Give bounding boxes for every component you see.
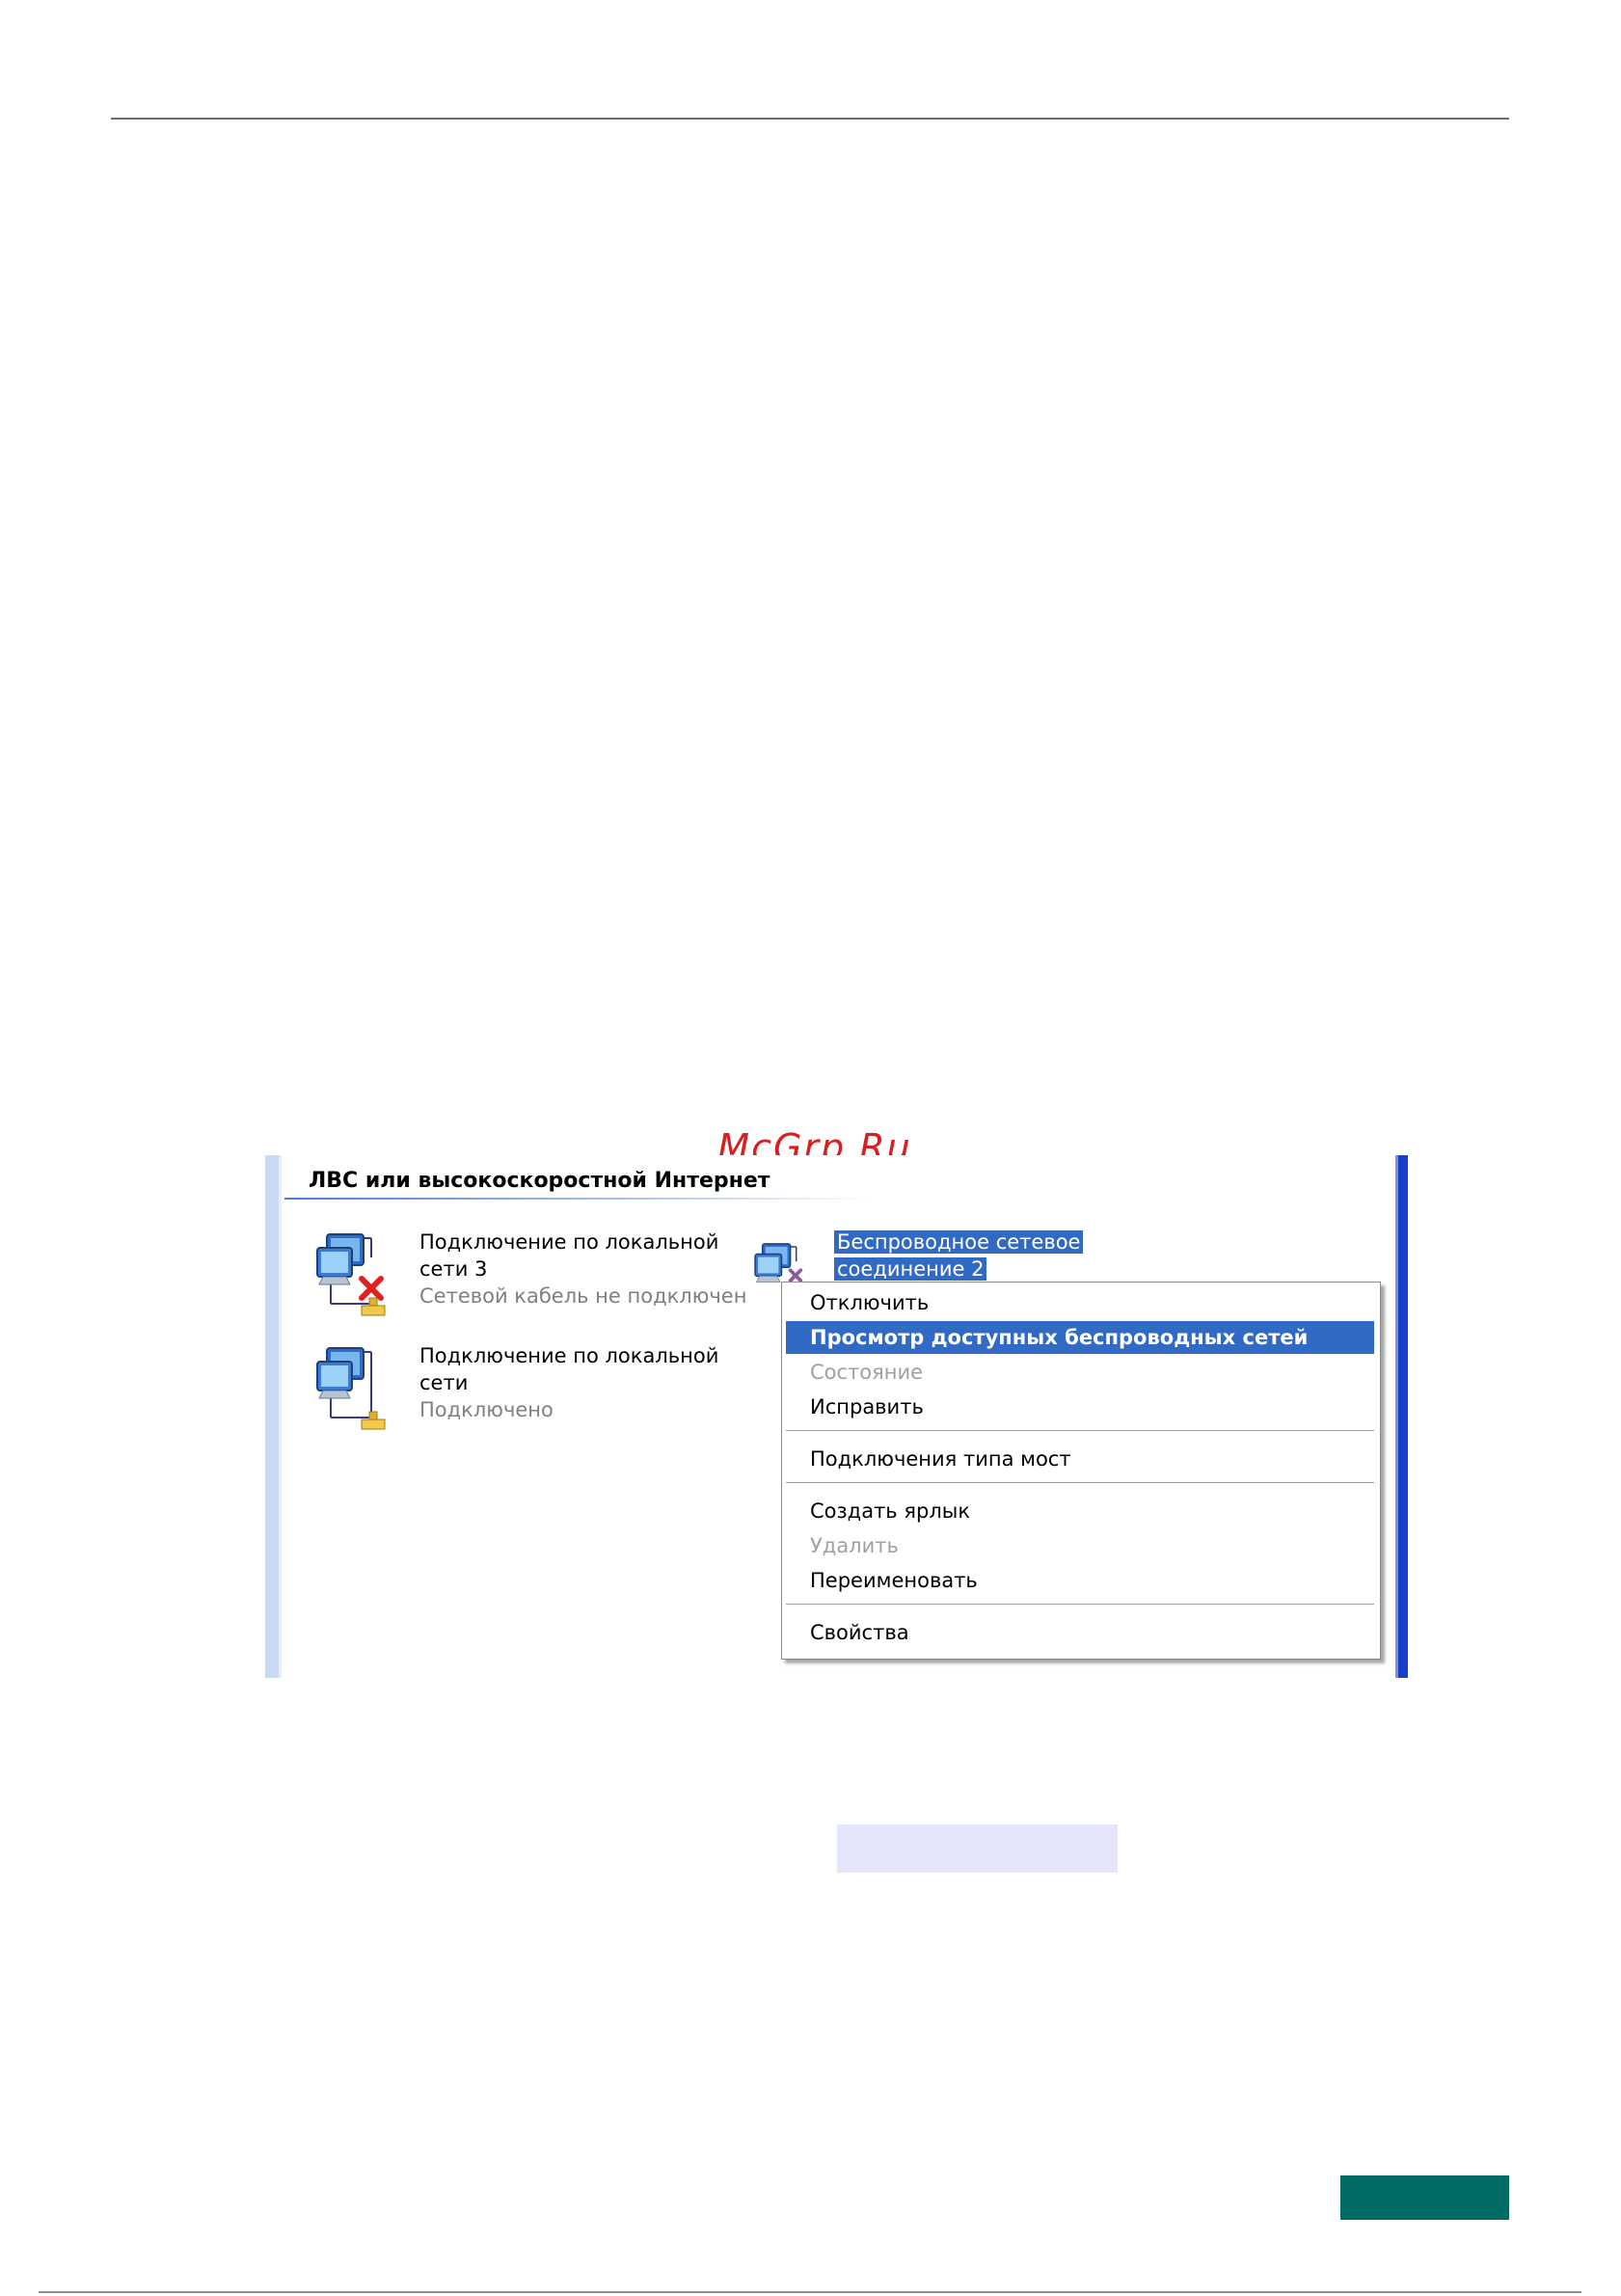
menu-item-disable[interactable]: Отключить bbox=[786, 1286, 1374, 1319]
menu-item-properties[interactable]: Свойства bbox=[786, 1616, 1374, 1649]
connection-name: Подключение по локальной bbox=[419, 1344, 719, 1367]
menu-item-rename[interactable]: Переименовать bbox=[786, 1564, 1374, 1597]
menu-item-delete: Удалить bbox=[810, 1534, 899, 1557]
menu-item-repair[interactable]: Исправить bbox=[786, 1391, 1374, 1423]
connection-status: Сетевой кабель не подключен bbox=[419, 1284, 747, 1308]
group-header-title: ЛВС или высокоскоростной Интернет bbox=[309, 1169, 770, 1193]
page-footer-rule bbox=[39, 2291, 1581, 2293]
group-header-underline bbox=[284, 1198, 873, 1200]
connection-status: Подключено bbox=[419, 1398, 554, 1421]
connection-name: Беспроводное сетевое bbox=[834, 1230, 1084, 1254]
menu-item-status: Состояние bbox=[810, 1361, 924, 1384]
menu-item-bridge-connections[interactable]: Подключения типа мост bbox=[786, 1443, 1374, 1475]
menu-item-create-shortcut[interactable]: Создать ярлык bbox=[786, 1495, 1374, 1527]
connection-name: Подключение по локальной bbox=[419, 1230, 719, 1254]
page-number-badge bbox=[1340, 2175, 1509, 2220]
menu-separator bbox=[786, 1482, 1374, 1484]
network-connections-window: ЛВС или высокоскоростной Интернет Подклю… bbox=[265, 1155, 1408, 1678]
network-connection-icon bbox=[316, 1347, 386, 1430]
highlighted-text-box bbox=[837, 1824, 1118, 1873]
connection-name-line2: сети 3 bbox=[419, 1257, 488, 1281]
menu-separator bbox=[786, 1604, 1374, 1606]
connection-name-line2: сети bbox=[419, 1371, 469, 1394]
network-connection-disconnected-icon bbox=[316, 1233, 386, 1316]
task-pane-edge bbox=[265, 1155, 279, 1678]
menu-separator bbox=[786, 1430, 1374, 1432]
connection-name-line2: соединение 2 bbox=[834, 1257, 987, 1281]
menu-item-view-wireless-networks[interactable]: Просмотр доступных беспроводных сетей bbox=[786, 1321, 1374, 1354]
window-border-right bbox=[1398, 1155, 1408, 1678]
context-menu: Отключить Просмотр доступных беспроводны… bbox=[781, 1282, 1381, 1660]
page-header-rule bbox=[111, 118, 1509, 120]
